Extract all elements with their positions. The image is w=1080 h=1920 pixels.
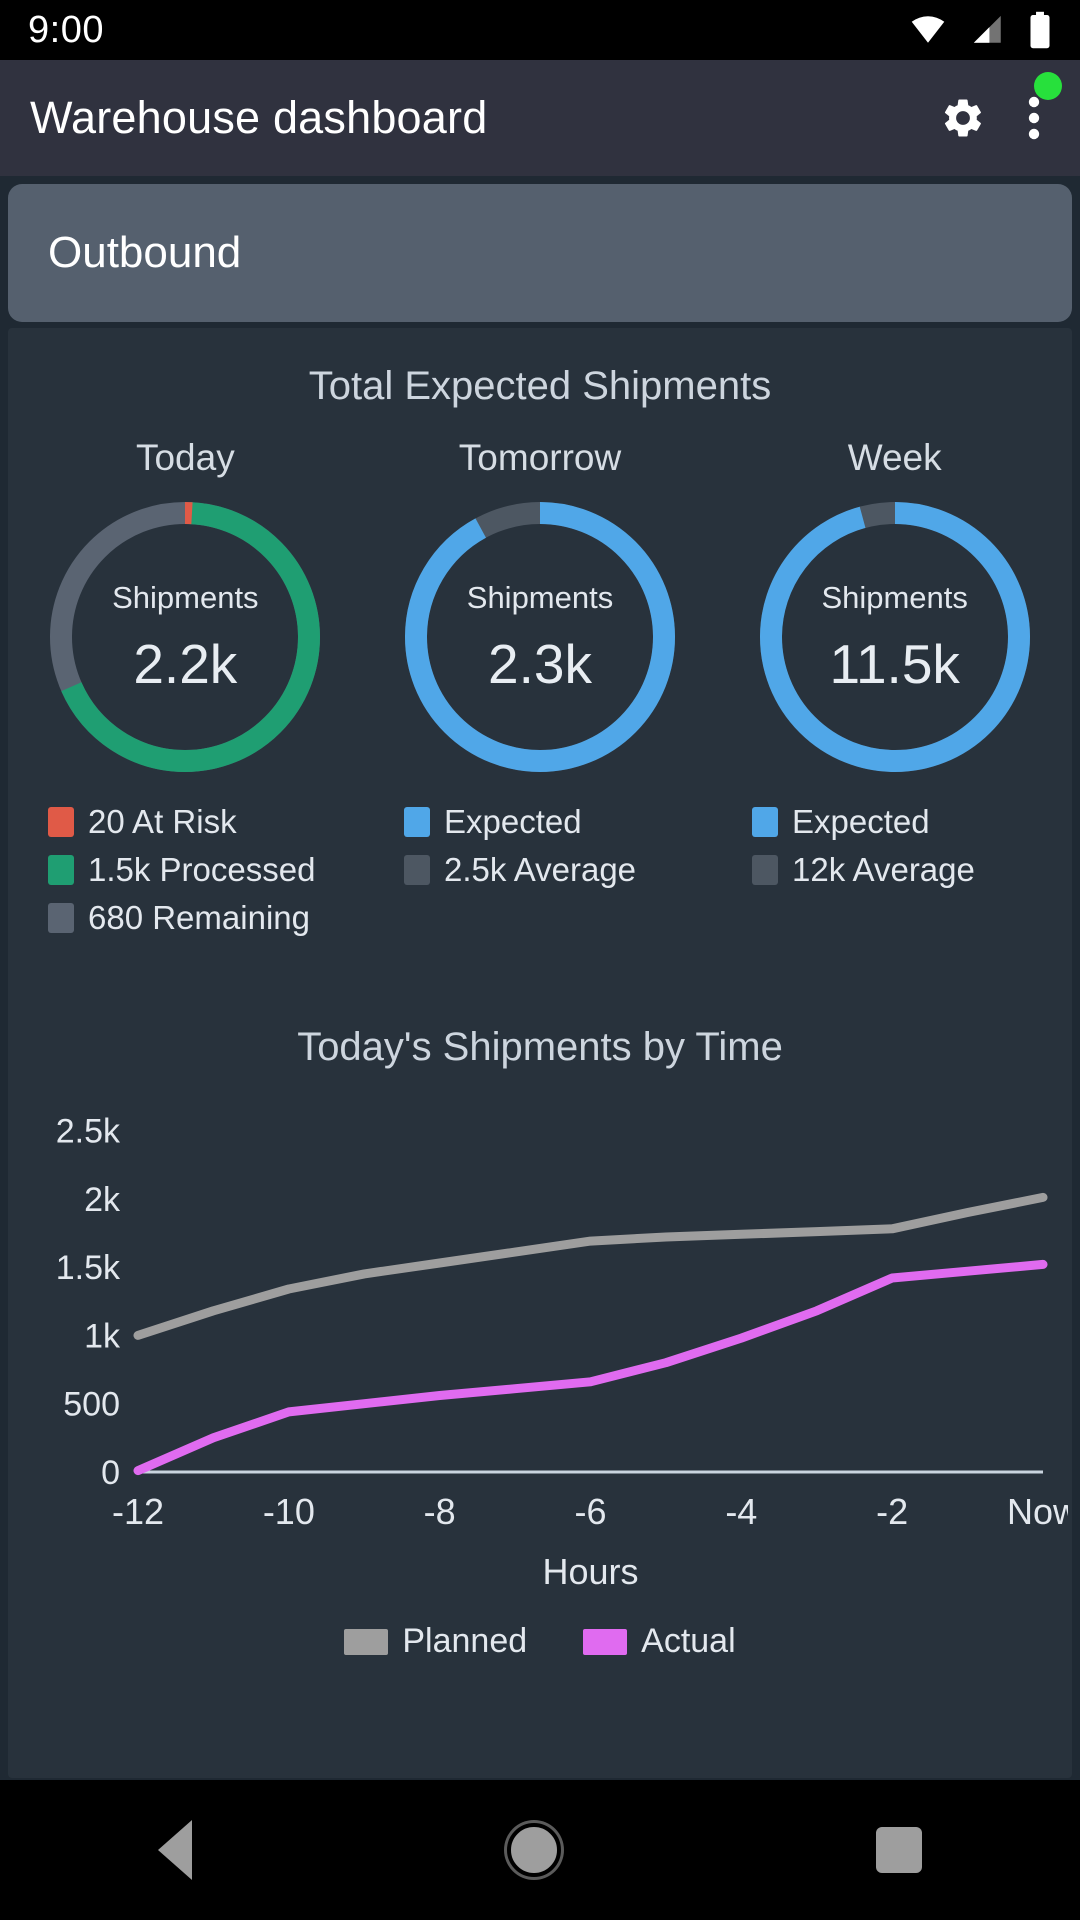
app-bar: Warehouse dashboard <box>0 60 1080 176</box>
donut-today: Shipments 2.2k <box>41 493 329 781</box>
app-root: 9:00 Warehouse dashboard Outbound Total … <box>0 0 1080 1920</box>
home-circle-icon[interactable] <box>506 1823 561 1877</box>
status-bar: 9:00 <box>0 0 1080 60</box>
x-axis-title: Hours <box>542 1551 638 1592</box>
y-axis-tick-label: 500 <box>63 1386 120 1424</box>
legend-item-planned[interactable]: Planned <box>344 1622 527 1661</box>
donut-tomorrow: Shipments 2.3k <box>396 493 684 781</box>
line-chart: 0 500 1k 1.5k 2k 2.5k -12 -10 -8 -6 -4 -2 Now Hours <box>8 1092 1072 1612</box>
legend-item: 1.5k Processed <box>48 851 368 889</box>
x-axis-tick-label: -10 <box>263 1491 315 1532</box>
donut-card-today[interactable]: Today Shipments 2.2k <box>8 437 363 781</box>
donut-row: Today Shipments 2.2k Tomorrow Shipments … <box>8 437 1072 781</box>
legend-swatch-at-risk <box>48 807 74 837</box>
legend-week: Expected 12k Average <box>724 803 1072 947</box>
legend-tomorrow: Expected 2.5k Average <box>368 803 724 947</box>
x-axis-tick-label: -4 <box>725 1491 757 1532</box>
legend-label: 20 At Risk <box>88 803 237 840</box>
legend-swatch-remaining <box>48 903 74 933</box>
legend-today: 20 At Risk 1.5k Processed 680 Remaining <box>8 803 368 947</box>
legend-swatch-expected <box>404 807 430 837</box>
app-bar-actions <box>940 94 1050 142</box>
back-triangle-icon[interactable] <box>157 1820 192 1880</box>
y-axis-tick-label: 0 <box>101 1454 120 1492</box>
legend-swatch-processed <box>48 855 74 885</box>
legend-label: 2.5k Average <box>444 851 637 888</box>
donut-label-tomorrow: Tomorrow <box>458 437 622 478</box>
x-axis-tick-label: -2 <box>876 1491 908 1532</box>
donut-week: Shipments 11.5k <box>751 493 1039 781</box>
x-axis-tick-label: -12 <box>112 1491 164 1532</box>
legend-item: 12k Average <box>752 851 1072 889</box>
donut-card-week[interactable]: Week Shipments 11.5k <box>717 437 1072 781</box>
line-chart-title: Today's Shipments by Time <box>297 1025 783 1069</box>
legend-item: 2.5k Average <box>404 851 724 889</box>
donut-label-today: Today <box>135 437 235 478</box>
y-axis-tick-label: 2k <box>84 1181 121 1219</box>
legend-swatch-actual <box>583 1628 628 1655</box>
section-card-outbound[interactable]: Outbound <box>8 184 1072 322</box>
status-bar-clock: 9:00 <box>28 8 104 51</box>
y-axis-tick-label: 2.5k <box>56 1112 121 1150</box>
legend-label: Expected <box>792 803 930 840</box>
legend-swatch-planned <box>344 1628 389 1655</box>
legend-item: Expected <box>404 803 724 841</box>
outbound-panel: Total Expected Shipments Today Shipments… <box>8 328 1072 1778</box>
status-badge <box>1034 72 1062 100</box>
y-axis-tick-label: 1.5k <box>56 1249 121 1287</box>
dashboard-content: Outbound Total Expected Shipments Today <box>0 176 1080 1780</box>
y-axis-tick-label: 1k <box>84 1317 121 1355</box>
wifi-icon <box>911 16 945 43</box>
legend-item-actual[interactable]: Actual <box>583 1622 736 1661</box>
legend-swatch-expected <box>752 807 778 837</box>
battery-icon <box>1030 11 1050 49</box>
legend-label: Expected <box>444 803 582 840</box>
legend-label: Actual <box>641 1622 736 1660</box>
gear-icon[interactable] <box>940 95 986 141</box>
status-bar-icons <box>908 11 1052 49</box>
cellular-icon <box>973 15 1001 43</box>
line-series-planned <box>133 1192 1048 1340</box>
legend-item: Expected <box>752 803 1072 841</box>
recents-square-icon[interactable] <box>876 1827 923 1873</box>
shipments-panel-title: Total Expected Shipments <box>308 364 772 408</box>
x-axis-tick-label: -8 <box>424 1491 456 1532</box>
x-axis-tick-label: -6 <box>574 1491 606 1532</box>
donut-legend-row: 20 At Risk 1.5k Processed 680 Remaining <box>8 803 1072 947</box>
more-vertical-icon[interactable] <box>1026 94 1042 142</box>
legend-item: 680 Remaining <box>48 899 368 937</box>
page-title: Warehouse dashboard <box>30 92 488 143</box>
section-title: Outbound <box>48 228 242 277</box>
line-chart-legend: Planned Actual <box>8 1622 1072 1661</box>
donut-label-week: Week <box>847 437 942 478</box>
legend-label: 12k Average <box>792 851 975 888</box>
legend-label: 1.5k Processed <box>88 851 316 888</box>
android-nav-bar <box>0 1780 1080 1920</box>
legend-label: 680 Remaining <box>88 899 310 936</box>
legend-item: 20 At Risk <box>48 803 368 841</box>
legend-swatch-average <box>752 855 778 885</box>
x-axis-tick-label: Now <box>1007 1491 1068 1532</box>
legend-swatch-average <box>404 855 430 885</box>
donut-card-tomorrow[interactable]: Tomorrow Shipments 2.3k <box>363 437 718 781</box>
legend-label: Planned <box>402 1622 528 1660</box>
